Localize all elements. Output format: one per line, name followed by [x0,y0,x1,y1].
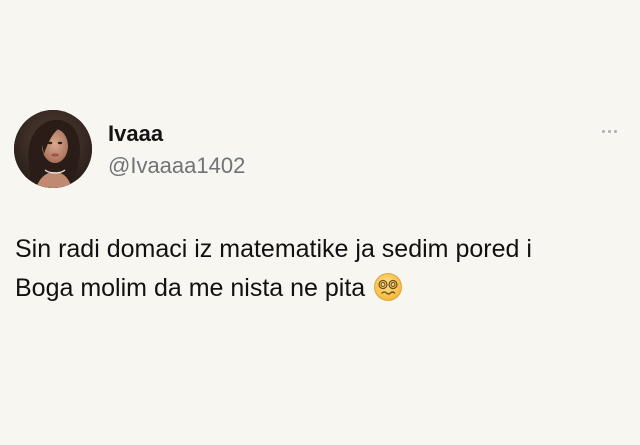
display-name[interactable]: Ivaaa [108,121,163,147]
more-dot [613,129,617,133]
more-dot [601,129,605,133]
tweet-text-line: Sin radi domaci iz matematike ja sedim p… [15,235,532,263]
tweet-text-line-with-emoji: Boga molim da me nista ne pita [15,269,630,308]
tweet-text: Sin radi domaci iz matematike ja sedim p… [15,230,630,308]
tweet-card: Ivaaa @Ivaaaa1402 Sin radi domaci iz mat… [0,0,640,445]
more-dot [607,129,611,133]
avatar[interactable] [14,110,92,188]
tweet-text-line: Boga molim da me nista ne pita [15,274,366,302]
profile-photo-icon [14,110,92,188]
user-handle[interactable]: @Ivaaaa1402 [108,153,245,179]
dizzy-face-emoji-icon [374,273,403,301]
more-options-icon[interactable] [594,123,624,139]
